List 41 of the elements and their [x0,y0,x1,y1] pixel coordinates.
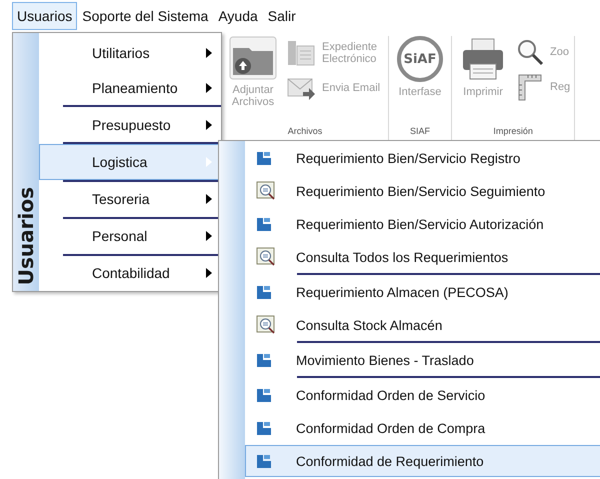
menu-item[interactable]: Logistica [39,144,221,180]
form-icon [256,151,272,165]
form-icon [256,421,272,435]
menu-item[interactable]: Requerimiento Bien/Servicio Autorización [245,208,600,240]
menu-item[interactable]: Requerimiento Bien/Servicio Seguimiento [245,175,600,207]
menu-item[interactable]: Conformidad Orden de Servicio [245,379,600,411]
menu-side-title: Usuarios [14,186,38,285]
form-icon [256,285,272,299]
folder-upload-icon [229,36,277,80]
menu-item[interactable]: Requerimiento Almacen (PECOSA) [245,276,600,308]
group-title: Impresión [492,126,534,138]
menu-item[interactable]: Requerimiento Bien/Servicio Registro [245,142,600,174]
magnifier-document-icon [256,181,276,201]
menu-item[interactable]: Conformidad de Requerimiento [245,445,600,477]
form-icon [256,454,272,468]
menu-item[interactable]: Movimiento Bienes - Traslado [245,344,600,376]
ruler-icon [516,72,544,102]
menu-item[interactable]: Personal [39,218,221,254]
menu-item[interactable]: Consulta Todos los Requerimientos [245,241,600,273]
group-title: SIAF [408,126,431,138]
form-icon [256,353,272,367]
magnifier-document-icon [256,315,276,335]
group-title: Archivos [286,126,324,138]
menu-bar-item[interactable]: Ayuda [213,2,263,30]
menu-item[interactable]: Presupuesto [39,107,221,142]
menu-item[interactable]: Tesoreria [39,182,221,217]
magnifier-icon [516,38,544,66]
printer-icon [460,36,506,82]
menu-bar-item[interactable]: Soporte del Sistema [77,2,214,30]
form-icon [256,388,272,402]
form-icon [256,217,272,231]
menu-item[interactable]: Contabilidad [39,256,221,291]
magnifier-document-icon [256,247,276,267]
menu-bar-item[interactable]: Usuarios [12,2,78,30]
menu-item[interactable]: Planeamiento [39,70,221,106]
menu-item[interactable]: Utilitarios [39,35,221,70]
siaf-logo: SiAF [397,36,443,82]
menu-item[interactable]: Conformidad Orden de Compra [245,412,600,444]
menu-item[interactable]: Consulta Stock Almacén [245,309,600,341]
menu-bar-item[interactable]: Salir [262,2,301,30]
document-folder-icon [286,38,316,68]
